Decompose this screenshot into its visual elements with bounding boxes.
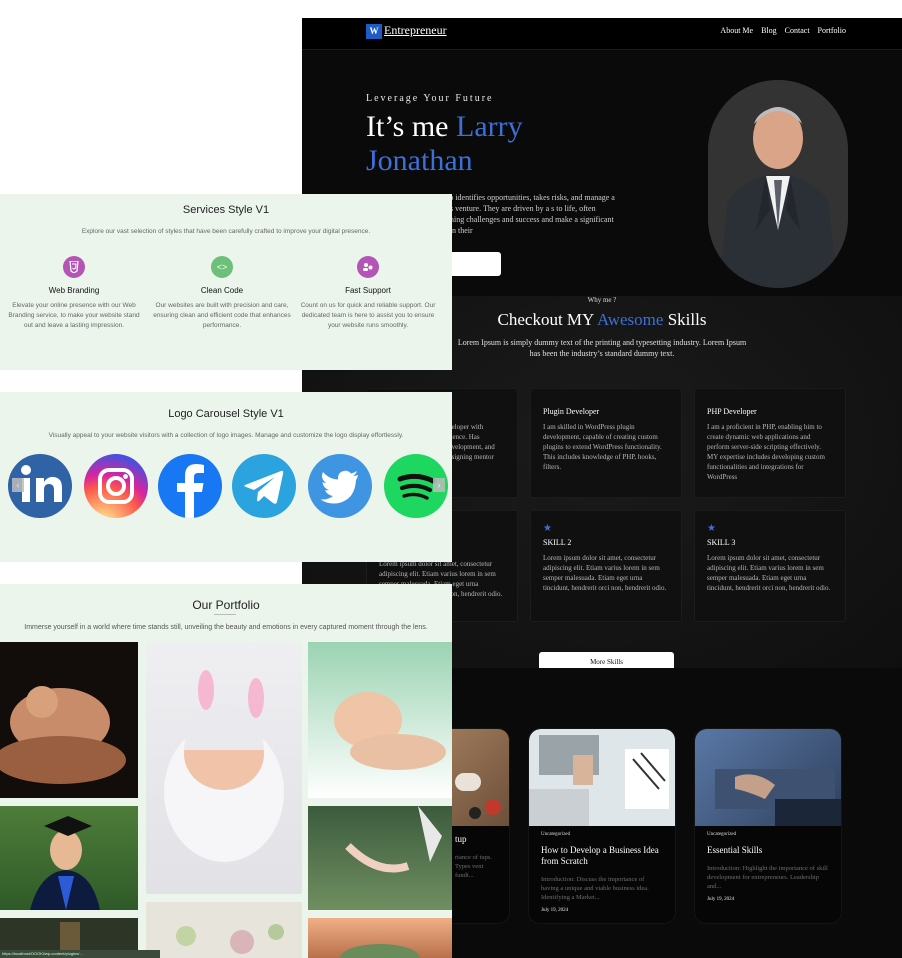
service-item: <> Clean Code Our websites are built wit… [152, 256, 292, 331]
portfolio-photo-graduate[interactable] [0, 806, 138, 910]
service-item: Fast Support Count on us for quick and r… [298, 256, 438, 331]
carousel-prev-button[interactable]: ‹ [12, 478, 24, 492]
skill-card-title: PHP Developer [707, 407, 757, 416]
nav-blog[interactable]: Blog [761, 26, 777, 35]
star-icon: ★ [707, 523, 716, 534]
code-icon: <> [211, 256, 233, 278]
skill-card-title: r [445, 407, 505, 416]
nav-contact[interactable]: Contact [785, 26, 810, 35]
blog-post-date: July 19, 2024 [707, 897, 735, 902]
blog-post-card[interactable]: Uncategorized Essential Skills Introduct… [694, 728, 842, 924]
css-icon [63, 256, 85, 278]
services-panel: Services Style V1 Explore our vast selec… [0, 194, 452, 370]
skill-card-text: Lorem ipsum dolor sit amet, consectetur … [543, 554, 667, 592]
logo-carousel-subtitle: Visually appeal to your website visitors… [48, 432, 404, 439]
service-text: Our websites are built with precision an… [153, 302, 291, 329]
portfolio-panel: Our Portfolio Immerse yourself in a worl… [0, 584, 452, 958]
blog-post-category: Uncategorized [707, 832, 737, 837]
portfolio-subtitle: Immerse yourself in a world where time s… [24, 624, 428, 631]
instagram-logo[interactable] [84, 454, 148, 518]
blog-post-title[interactable]: Essential Skills [707, 845, 829, 856]
skill-card: Plugin Developer I am skilled in WordPre… [530, 388, 682, 498]
services-subtitle: Explore our vast selection of styles tha… [81, 228, 371, 235]
blog-post-image [529, 729, 675, 826]
blog-post-card[interactable]: Uncategorized How to Develop a Business … [528, 728, 676, 924]
portfolio-photo-smiling-baby[interactable] [308, 642, 452, 798]
skill-card-title: Plugin Developer [543, 407, 600, 416]
portfolio-photo-newborn-hands[interactable] [0, 642, 138, 798]
services-title: Services Style V1 [182, 204, 270, 216]
skills-intro: Lorem Ipsum is simply dummy text of the … [457, 338, 747, 358]
portfolio-photo-holding-hands[interactable] [308, 806, 452, 910]
portfolio-photo-baby-bunny-hat[interactable] [146, 642, 302, 894]
browser-status-url: https://localhost/OOOKl/wp-content/plugi… [0, 950, 160, 958]
skill-card: ★ SKILL 2 Lorem ipsum dolor sit amet, co… [530, 510, 682, 622]
service-text: Count on us for quick and reliable suppo… [300, 302, 436, 329]
blog-post-date: July 19, 2024 [541, 908, 569, 913]
blog-post-title[interactable]: How to Develop a Business Idea from Scra… [541, 845, 663, 867]
hero-kicker: Leverage Your Future [366, 93, 494, 104]
blog-post-excerpt: Introduction: Highlight the importance o… [707, 865, 828, 890]
service-text: Elevate your online presence with our We… [8, 302, 140, 329]
logo-carousel-track [8, 454, 448, 518]
skill-card-text: I am skilled in WordPress plugin develop… [543, 423, 662, 471]
portrait-photo [708, 80, 848, 288]
skill-card-title: SKILL 3 [707, 538, 736, 547]
blog-post-image [695, 729, 841, 826]
service-title: Fast Support [345, 286, 391, 295]
blog-post-excerpt: Introduction: Discuss the importance of … [541, 876, 649, 901]
site-logo-text[interactable]: Entrepreneur [384, 23, 447, 38]
title-divider [214, 614, 236, 615]
skills-heading-c: Skills [663, 310, 707, 329]
star-icon: ★ [543, 523, 552, 534]
nav-portfolio[interactable]: Portfolio [818, 26, 846, 35]
hero-title-prefix: It’s me [366, 110, 456, 143]
skill-card-text: I am a proficient in PHP, enabling him t… [707, 423, 825, 481]
service-title: Clean Code [200, 286, 244, 295]
site-logo-mark[interactable]: W [366, 24, 382, 39]
skill-card: PHP Developer I am a proficient in PHP, … [694, 388, 846, 498]
blog-post-category: Uncategorized [541, 832, 571, 837]
skills-heading-a: Checkout MY [497, 310, 598, 329]
support-icon [357, 256, 379, 278]
skill-card: ★ SKILL 3 Lorem ipsum dolor sit amet, co… [694, 510, 846, 622]
facebook-logo[interactable] [158, 454, 222, 518]
site-header: W Entrepreneur About Me Blog Contact Por… [302, 18, 902, 50]
skill-card-text: Lorem ipsum dolor sit amet, consectetur … [707, 554, 831, 592]
service-title: Web Branding [48, 286, 100, 295]
portfolio-title: Our Portfolio [192, 598, 260, 612]
twitter-logo[interactable] [308, 454, 372, 518]
main-nav: About Me Blog Contact Portfolio [720, 26, 846, 35]
skills-heading-b: Awesome [597, 310, 664, 329]
logo-carousel-title: Logo Carousel Style V1 [168, 408, 284, 420]
hero-title: It’s me Larry Jonathan [366, 110, 606, 178]
logo-carousel-panel: Logo Carousel Style V1 Visually appeal t… [0, 392, 452, 562]
skill-card-text: eveloper with erience. Has development, … [445, 423, 495, 461]
carousel-next-button[interactable]: › [433, 478, 445, 492]
skill-card-title: SKILL 2 [543, 538, 572, 547]
portfolio-photo-wedding-table[interactable] [146, 902, 302, 958]
portfolio-photo-sunset[interactable] [308, 918, 452, 958]
telegram-logo[interactable] [232, 454, 296, 518]
nav-about[interactable]: About Me [720, 26, 753, 35]
service-item: Web Branding Elevate your online presenc… [4, 256, 144, 331]
